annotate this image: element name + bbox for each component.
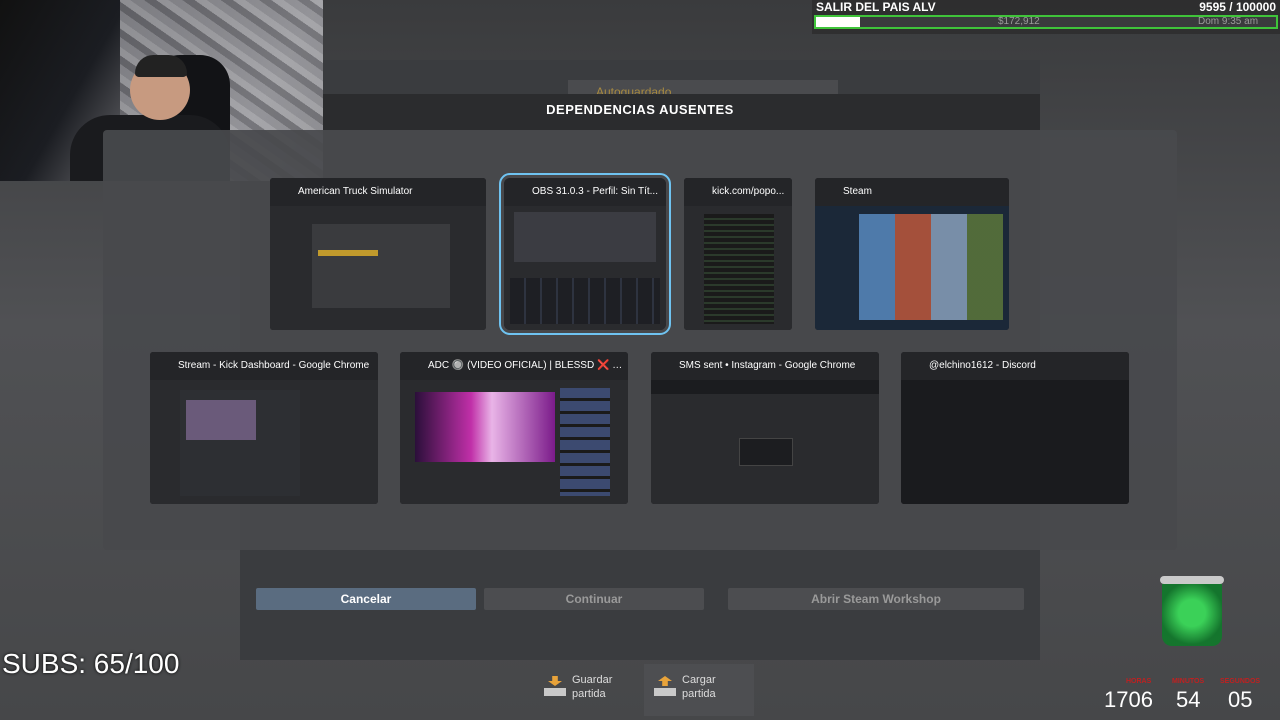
window-preview [684, 206, 792, 330]
objective-count: 9595 / 100000 [1199, 0, 1276, 14]
window-title: Steam [815, 178, 1009, 206]
load-label-line2: partida [682, 688, 716, 700]
objective-time: Dom 9:35 am [1198, 16, 1259, 27]
window-title: SMS sent • Instagram - Google Chrome [651, 352, 879, 380]
continue-button[interactable]: Continuar [484, 588, 704, 610]
subs-counter: SUBS: 65/100 [2, 648, 180, 679]
window-title: Stream - Kick Dashboard - Google Chrome [150, 352, 378, 380]
window-preview [504, 206, 666, 330]
trashcan-icon [1160, 576, 1224, 646]
window-title: OBS 31.0.3 - Perfil: Sin Tít... [504, 178, 666, 206]
timer-hours: 1706 [1104, 687, 1153, 712]
timer-seconds-label: SEGUNDOS [1220, 678, 1261, 685]
window-title: American Truck Simulator [270, 178, 486, 206]
save-label-line1: Guardar [572, 674, 613, 686]
objective-title: SALIR DEL PAIS ALV [816, 0, 936, 14]
window-preview [651, 380, 879, 504]
timer-hours-label: HORAS [1126, 678, 1152, 685]
timer-minutes-label: MINUTOS [1172, 678, 1205, 685]
window-thumbnail-steam[interactable]: Steam [815, 178, 1009, 330]
load-icon [654, 676, 676, 696]
window-preview [815, 206, 1009, 330]
cancel-button[interactable]: Cancelar [256, 588, 476, 610]
window-title: kick.com/popo... [684, 178, 792, 206]
stream-objective-bar: SALIR DEL PAIS ALV 9595 / 100000 $172,91… [812, 0, 1280, 34]
save-icon [544, 676, 566, 696]
bottom-action-bar: Guardar partida Cargar partida [534, 664, 754, 716]
window-thumbnail-kick-dashboard[interactable]: Stream - Kick Dashboard - Google Chrome [150, 352, 378, 504]
load-label-line1: Cargar [682, 674, 716, 686]
timer-seconds: 05 [1228, 687, 1253, 712]
objective-progress-fill [816, 17, 861, 27]
window-thumbnail-discord[interactable]: @elchino1612 - Discord [901, 352, 1129, 504]
save-game-button[interactable]: Guardar partida [534, 664, 644, 716]
window-preview [270, 206, 486, 330]
window-preview [901, 380, 1129, 504]
window-thumbnail-instagram[interactable]: SMS sent • Instagram - Google Chrome [651, 352, 879, 504]
window-preview [400, 380, 628, 504]
window-preview [150, 380, 378, 504]
webcam-person-cap [135, 55, 187, 77]
objective-money: $172,912 [998, 16, 1040, 27]
save-label-line2: partida [572, 688, 606, 700]
window-title: ADC 🔘 (VIDEO OFICIAL) | BLESSD ❌ RYA... [400, 352, 628, 380]
load-game-button[interactable]: Cargar partida [644, 664, 754, 716]
background-dialog-title: DEPENDENCIAS AUSENTES [546, 102, 734, 117]
window-thumbnail-kick[interactable]: kick.com/popo... [684, 178, 792, 330]
stream-timer: HORAS MINUTOS SEGUNDOS 1706 54 05 [1100, 678, 1278, 718]
timer-minutes: 54 [1176, 687, 1201, 712]
window-thumbnail-ats[interactable]: American Truck Simulator [270, 178, 486, 330]
window-thumbnail-obs[interactable]: OBS 31.0.3 - Perfil: Sin Tít... [499, 173, 671, 335]
window-thumbnail-youtube[interactable]: ADC 🔘 (VIDEO OFICIAL) | BLESSD ❌ RYA... [400, 352, 628, 504]
window-title: @elchino1612 - Discord [901, 352, 1129, 380]
steam-workshop-button[interactable]: Abrir Steam Workshop [728, 588, 1024, 610]
